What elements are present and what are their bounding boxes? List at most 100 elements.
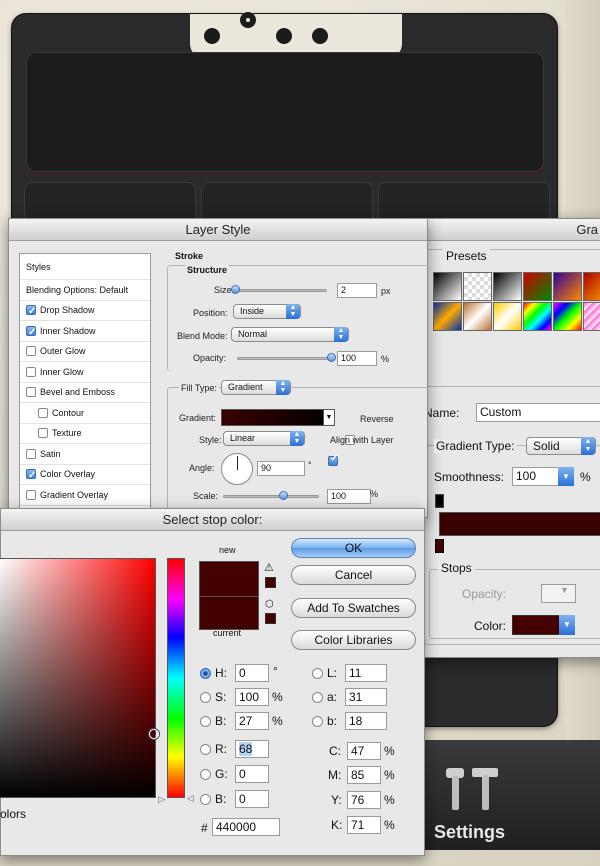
size-slider[interactable] (237, 289, 327, 292)
style-item-checkbox[interactable] (26, 366, 36, 377)
preset-swatch[interactable] (583, 302, 600, 331)
lab-l-field[interactable]: 11 (345, 664, 387, 682)
gradient-bar[interactable] (439, 512, 600, 536)
styles-header[interactable]: Styles (20, 254, 150, 280)
style-item-drop-shadow[interactable]: Drop Shadow (20, 301, 150, 322)
hex-field[interactable]: 440000 (212, 818, 280, 836)
preset-swatch[interactable] (463, 302, 492, 331)
stop-opacity-field[interactable] (541, 584, 576, 603)
red-radio[interactable] (200, 744, 211, 755)
style-item-checkbox[interactable] (26, 448, 36, 459)
style-item-outer-glow[interactable]: Outer Glow (20, 342, 150, 362)
lab-l-radio[interactable] (312, 668, 323, 679)
red-field[interactable]: 68 (235, 740, 269, 758)
preset-swatch[interactable] (523, 272, 552, 301)
green-field[interactable]: 0 (235, 765, 269, 783)
ok-button[interactable]: OK (291, 538, 416, 558)
style-item-color-overlay[interactable]: Color Overlay (20, 465, 150, 486)
style-item-checkbox[interactable] (26, 323, 36, 343)
tools-icon[interactable] (442, 766, 502, 814)
hue-field[interactable]: 0 (235, 664, 269, 682)
size-slider-knob[interactable] (231, 285, 240, 294)
style-item-gradient-overlay[interactable]: Gradient Overlay (20, 485, 150, 506)
opacity-field[interactable]: 100 (337, 351, 377, 366)
style-item-inner-glow[interactable]: Inner Glow (20, 362, 150, 383)
preset-swatch[interactable] (523, 302, 552, 331)
lab-b-radio[interactable] (312, 716, 323, 727)
style-item-contour[interactable]: Contour (20, 403, 150, 424)
style-item-texture[interactable]: Texture (20, 424, 150, 444)
dropdown-arrow-icon[interactable]: ▼ (323, 409, 335, 426)
hue-slider[interactable] (167, 558, 185, 798)
preset-swatch[interactable] (553, 302, 582, 331)
preset-swatch[interactable] (583, 272, 600, 301)
color-libraries-button[interactable]: Color Libraries (291, 630, 416, 650)
style-item-checkbox[interactable] (26, 466, 36, 486)
lab-a-field[interactable]: 31 (345, 688, 387, 706)
blue-field[interactable]: 0 (235, 790, 269, 808)
color-field[interactable] (0, 558, 156, 798)
cyan-field[interactable]: 47 (347, 742, 381, 760)
brightness-radio[interactable] (200, 716, 211, 727)
style-select[interactable]: Linear ▲ ▼ (223, 431, 305, 446)
color-stop-icon[interactable] (435, 539, 444, 553)
black-field[interactable]: 71 (347, 816, 381, 834)
blue-radio[interactable] (200, 794, 211, 805)
gradient-swatch[interactable] (221, 409, 333, 426)
warning-icon[interactable]: ⚠ (264, 561, 274, 574)
scale-slider[interactable] (223, 495, 319, 498)
gradient-type-select[interactable]: Solid ▲ ▼ (526, 437, 596, 455)
style-item-blending-options-default[interactable]: Blending Options: Default (20, 280, 150, 301)
brightness-field[interactable]: 27 (235, 712, 269, 730)
style-item-bevel-and-emboss[interactable]: Bevel and Emboss (20, 383, 150, 403)
style-item-checkbox[interactable] (38, 407, 48, 418)
angle-dial[interactable] (221, 453, 253, 485)
angle-field[interactable]: 90 (257, 461, 305, 476)
preset-swatch[interactable] (433, 302, 462, 331)
fill-type-select[interactable]: Gradient ▲ ▼ (221, 380, 291, 395)
saturation-radio[interactable] (200, 692, 211, 703)
saturation-field[interactable]: 100 (235, 688, 269, 706)
style-item-satin[interactable]: Satin (20, 444, 150, 465)
position-select[interactable]: Inside ▲ ▼ (233, 304, 301, 319)
web-cube-icon[interactable]: ⬡ (265, 599, 274, 610)
gamut-swatch[interactable] (265, 577, 276, 588)
opacity-slider[interactable] (237, 357, 333, 360)
preset-swatch[interactable] (493, 272, 522, 301)
green-radio[interactable] (200, 769, 211, 780)
dropdown-arrow-icon[interactable]: ▼ (559, 615, 575, 635)
opacity-slider-knob[interactable] (327, 353, 336, 362)
lab-a-radio[interactable] (312, 692, 323, 703)
preset-swatch[interactable] (433, 272, 462, 301)
settings-tab-label[interactable]: Settings (434, 822, 505, 843)
hue-pointer-icon[interactable]: ◁ (187, 793, 194, 804)
preset-swatch[interactable] (553, 272, 582, 301)
size-field[interactable]: 2 (337, 283, 377, 298)
scale-field[interactable]: 100 (327, 489, 371, 504)
style-item-checkbox[interactable] (38, 428, 48, 439)
gradient-name-field[interactable]: Custom (476, 403, 600, 422)
dropdown-arrow-icon[interactable]: ▼ (560, 585, 569, 595)
style-item-inner-shadow[interactable]: Inner Shadow (20, 321, 150, 343)
lab-b-field[interactable]: 18 (345, 712, 387, 730)
preset-swatch[interactable] (493, 302, 522, 331)
style-item-checkbox[interactable] (26, 489, 36, 500)
align-with-layer-checkbox[interactable] (328, 453, 338, 466)
dropdown-arrow-icon[interactable]: ▼ (558, 467, 574, 486)
web-safe-swatch[interactable] (265, 613, 276, 624)
style-item-checkbox[interactable] (26, 387, 36, 398)
magenta-field[interactable]: 85 (347, 766, 381, 784)
blend-mode-select[interactable]: Normal ▲ ▼ (231, 327, 349, 342)
hue-radio[interactable] (200, 668, 211, 679)
opacity-stop-icon[interactable] (435, 494, 444, 508)
style-item-checkbox[interactable] (26, 302, 36, 322)
add-to-swatches-button[interactable]: Add To Swatches (291, 598, 416, 618)
stop-color-swatch[interactable] (512, 615, 560, 635)
style-item-checkbox[interactable] (26, 346, 36, 357)
cancel-button[interactable]: Cancel (291, 565, 416, 585)
color-picker-cursor-icon[interactable] (149, 729, 159, 739)
yellow-field[interactable]: 76 (347, 791, 381, 809)
current-color-swatch[interactable] (199, 596, 259, 630)
preset-swatch[interactable] (463, 272, 492, 301)
scale-slider-knob[interactable] (279, 491, 288, 500)
